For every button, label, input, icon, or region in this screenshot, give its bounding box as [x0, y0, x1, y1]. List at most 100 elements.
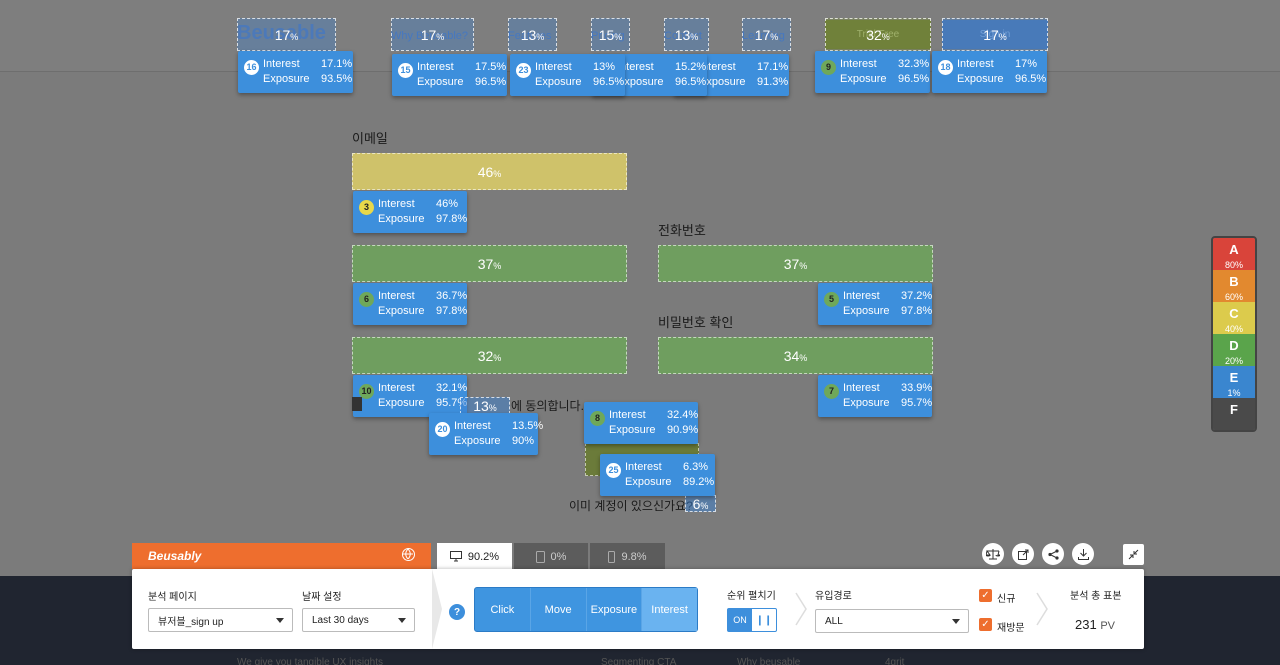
legend-grade-c: C 40%	[1213, 302, 1255, 334]
footer-hint-mid3: 4grit	[885, 657, 905, 665]
nav-overlay-contact: 13%	[664, 18, 709, 51]
email-field-overlay[interactable]: 46%	[352, 153, 627, 190]
mode-move-button[interactable]: Move	[531, 588, 587, 631]
terms-checkbox[interactable]	[352, 397, 362, 411]
tooltip-nav-why: 15 Interest 17.5% Exposure 96.5%	[392, 54, 507, 96]
rank-badge: 16	[244, 60, 259, 75]
collapse-panel-button[interactable]	[1123, 544, 1144, 565]
globe-icon[interactable]	[402, 548, 415, 561]
rank-badge: 7	[824, 384, 839, 399]
rank-badge: 3	[359, 200, 374, 215]
sample-label: 분석 총 표본	[1070, 591, 1122, 602]
heatmap-mode-group: Click Move Exposure Interest	[474, 587, 698, 632]
toggle-on-label: ON	[728, 609, 752, 631]
nav-overlay-logo: 17%	[237, 18, 336, 51]
phone-label: 전화번호	[658, 223, 706, 238]
rank-badge: 15	[398, 63, 413, 78]
date-select[interactable]: Last 30 days	[302, 608, 415, 632]
nav-overlay-why: 17%	[391, 18, 474, 51]
tab-mobile[interactable]: 9.8%	[590, 543, 665, 570]
rank-badge: 8	[590, 411, 605, 426]
help-button[interactable]: ?	[449, 604, 465, 620]
chevron-down-icon	[398, 618, 406, 623]
password-confirm-label: 비밀번호 확인	[658, 315, 734, 330]
legend-grade-a: A 80%	[1213, 238, 1255, 270]
tooltip-phone: 5 Interest 37.2% Exposure 97.8%	[818, 283, 932, 325]
share-button[interactable]	[1042, 543, 1064, 565]
tooltip-nav-signin: 18 Interest 17% Exposure 96.5%	[932, 51, 1047, 93]
date-select-label: 날짜 설정	[302, 592, 342, 603]
tooltip-nav-features: 23 Interest 13% Exposure 96.5%	[510, 54, 625, 96]
collapse-icon	[1128, 549, 1139, 560]
footer-hint-left: We give you tangible UX insights	[237, 657, 384, 665]
nav-overlay-features: 13%	[508, 18, 557, 51]
footer-hint-mid2: Why beusable	[737, 657, 801, 665]
email-label: 이메일	[352, 131, 388, 146]
rank-badge: 23	[516, 63, 531, 78]
chevron-right-icon	[1035, 591, 1049, 627]
rank-badge: 9	[821, 60, 836, 75]
beusably-brand-bar: Beusably	[132, 543, 431, 569]
terms-agree-text: 에 동의합니다.	[511, 399, 584, 413]
return-visitor-label: 재방문	[997, 623, 1025, 634]
rank-badge: 18	[938, 60, 953, 75]
new-visitor-checkbox[interactable]: ✓	[979, 589, 992, 602]
panel-divider-arrow	[432, 569, 442, 649]
balance-scale-icon	[986, 549, 1000, 560]
page-select[interactable]: 뷰저블_sign up	[148, 608, 293, 632]
tooltip-login-link: 25 Interest 6.3% Exposure 89.2%	[600, 454, 715, 496]
sample-value: 231 PV	[1075, 617, 1116, 632]
tooltip-submit: 8 Interest 32.4% Exposure 90.9%	[584, 402, 698, 444]
open-external-button[interactable]	[1012, 543, 1034, 565]
mode-interest-button[interactable]: Interest	[642, 588, 697, 631]
compare-button[interactable]	[982, 543, 1004, 565]
tab-tablet[interactable]: 0%	[514, 543, 588, 570]
tooltip-name: 6 Interest 36.7% Exposure 97.8%	[353, 283, 467, 325]
nav-overlay-trial: 32%	[825, 18, 931, 51]
rank-badge: 5	[824, 292, 839, 307]
page-select-label: 분석 페이지	[148, 592, 197, 603]
desktop-icon	[449, 551, 462, 562]
chevron-down-icon	[952, 619, 960, 624]
nav-overlay-learning: 17%	[742, 18, 791, 51]
name-field-overlay[interactable]: 37%	[352, 245, 627, 282]
terms-link-overlay[interactable]: 13%	[460, 397, 510, 414]
source-select-label: 유입경로	[815, 591, 852, 602]
chevron-right-icon	[794, 591, 808, 627]
brand-logo: Beusably	[148, 549, 202, 563]
rank-toggle[interactable]: ON ❙❙	[727, 608, 777, 632]
grade-legend: A 80% B 60% C 40% D 20% E 1% F	[1211, 236, 1257, 432]
rank-badge: 25	[606, 463, 621, 478]
password-confirm-field-overlay[interactable]: 34%	[658, 337, 933, 374]
tooltip-password-confirm: 7 Interest 33.9% Exposure 95.7%	[818, 375, 932, 417]
download-icon	[1077, 548, 1089, 560]
tab-desktop[interactable]: 90.2%	[437, 543, 512, 570]
legend-grade-f: F	[1213, 398, 1255, 430]
legend-grade-d: D 20%	[1213, 334, 1255, 366]
login-prompt-text: 이미 계정이 있으신가요?	[569, 499, 693, 513]
legend-grade-b: B 60%	[1213, 270, 1255, 302]
rank-toggle-label: 순위 펼치기	[727, 591, 776, 602]
rank-badge: 6	[359, 292, 374, 307]
chevron-down-icon	[276, 618, 284, 623]
tooltip-terms: 20 Interest 13.5% Exposure 90%	[429, 413, 543, 455]
external-link-icon	[1017, 549, 1028, 560]
tooltip-email: 3 Interest 46% Exposure 97.8%	[353, 191, 467, 233]
phone-field-overlay[interactable]: 37%	[658, 245, 933, 282]
source-select[interactable]: ALL	[815, 609, 969, 633]
mode-exposure-button[interactable]: Exposure	[587, 588, 643, 631]
tablet-icon	[535, 550, 545, 563]
footer-hint-mid1: Segmenting CTA	[601, 657, 677, 665]
login-link-overlay[interactable]: 6%	[685, 495, 716, 512]
mobile-icon	[608, 550, 616, 563]
new-visitor-label: 신규	[997, 594, 1016, 605]
tooltip-nav-trial: 9 Interest 32.3% Exposure 96.5%	[815, 51, 930, 93]
return-visitor-checkbox[interactable]: ✓	[979, 618, 992, 631]
password-field-overlay[interactable]: 32%	[352, 337, 627, 374]
nav-overlay-signin: 17%	[942, 18, 1048, 51]
mode-click-button[interactable]: Click	[475, 588, 531, 631]
tooltip-nav-logo: 16 Interest 17.1% Exposure 93.5%	[238, 51, 353, 93]
nav-overlay-pricing: 15%	[591, 18, 630, 51]
tooltip-password: 10 Interest 32.1% Exposure 95.7%	[353, 375, 467, 417]
download-button[interactable]	[1072, 543, 1094, 565]
